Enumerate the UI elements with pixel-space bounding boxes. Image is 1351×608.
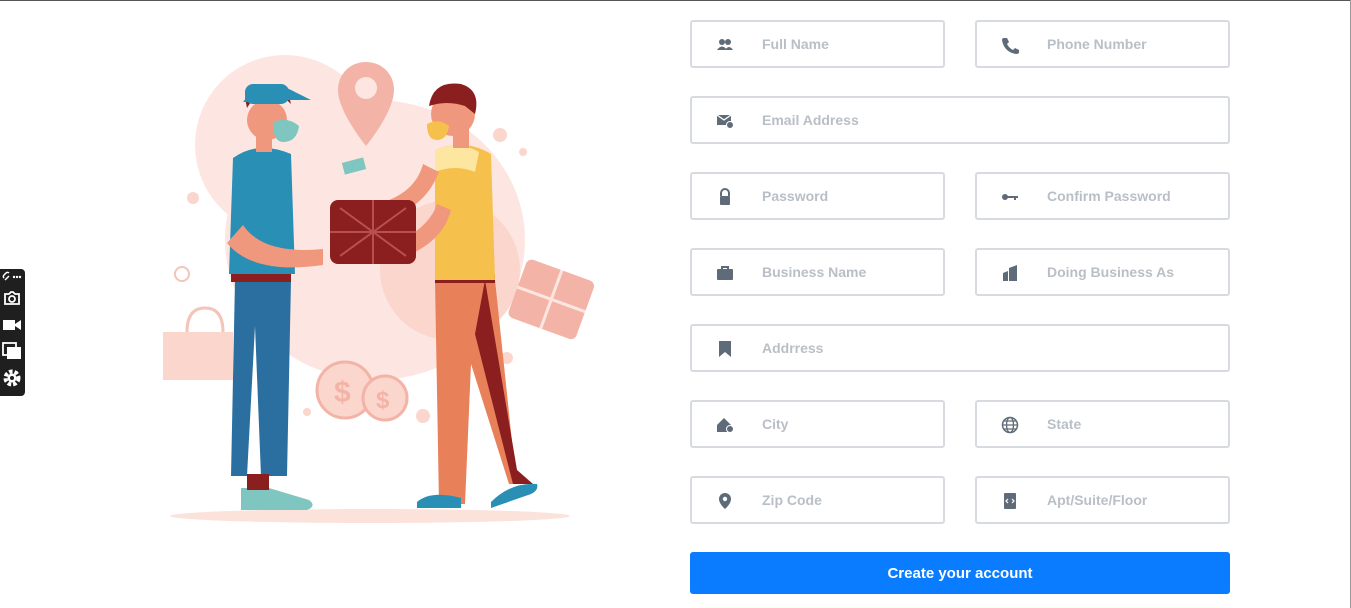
- svg-text:$: $: [334, 376, 351, 409]
- email-input[interactable]: [762, 98, 1218, 142]
- state-input[interactable]: [1047, 402, 1218, 446]
- envelope-icon: [716, 114, 734, 129]
- link-icon[interactable]: [1, 269, 23, 285]
- zip-code-field[interactable]: [690, 476, 945, 524]
- dba-input[interactable]: [1047, 250, 1218, 294]
- delivery-illustration: $ $: [163, 55, 595, 523]
- full-name-input[interactable]: [762, 22, 933, 66]
- dba-field[interactable]: [975, 248, 1230, 296]
- briefcase-icon: [717, 266, 733, 280]
- users-icon: [717, 39, 733, 50]
- password-input[interactable]: [762, 174, 933, 218]
- city-input[interactable]: [762, 402, 933, 446]
- password-field[interactable]: [690, 172, 945, 220]
- bookmark-icon: [719, 341, 731, 357]
- apt-input[interactable]: [1047, 478, 1218, 522]
- business-name-field[interactable]: [690, 248, 945, 296]
- top-border: [0, 0, 1351, 1]
- full-name-field[interactable]: [690, 20, 945, 68]
- zip-code-input[interactable]: [762, 478, 933, 522]
- door-icon: [1004, 493, 1016, 509]
- map-marker-icon: [719, 493, 731, 509]
- city-field[interactable]: [690, 400, 945, 448]
- create-account-button[interactable]: Create your account: [690, 552, 1230, 594]
- confirm-password-input[interactable]: [1047, 174, 1218, 218]
- city-icon: [717, 418, 734, 433]
- phone-field[interactable]: [975, 20, 1230, 68]
- address-field[interactable]: [690, 324, 1230, 372]
- phone-icon: [1002, 38, 1019, 54]
- side-toolbar: [0, 269, 25, 396]
- video-icon[interactable]: [1, 314, 23, 336]
- camera-icon[interactable]: [1, 287, 23, 309]
- phone-input[interactable]: [1047, 22, 1218, 66]
- lock-icon: [720, 188, 730, 205]
- apt-field[interactable]: [975, 476, 1230, 524]
- confirm-password-field[interactable]: [975, 172, 1230, 220]
- svg-text:$: $: [376, 387, 390, 414]
- settings-icon[interactable]: [1, 367, 23, 389]
- globe-icon: [1001, 416, 1019, 434]
- business-name-input[interactable]: [762, 250, 933, 294]
- state-field[interactable]: [975, 400, 1230, 448]
- building-icon: [1003, 265, 1017, 281]
- address-input[interactable]: [762, 326, 1218, 370]
- copy-icon[interactable]: [1, 340, 23, 362]
- email-field[interactable]: [690, 96, 1230, 144]
- key-icon: [1002, 194, 1018, 200]
